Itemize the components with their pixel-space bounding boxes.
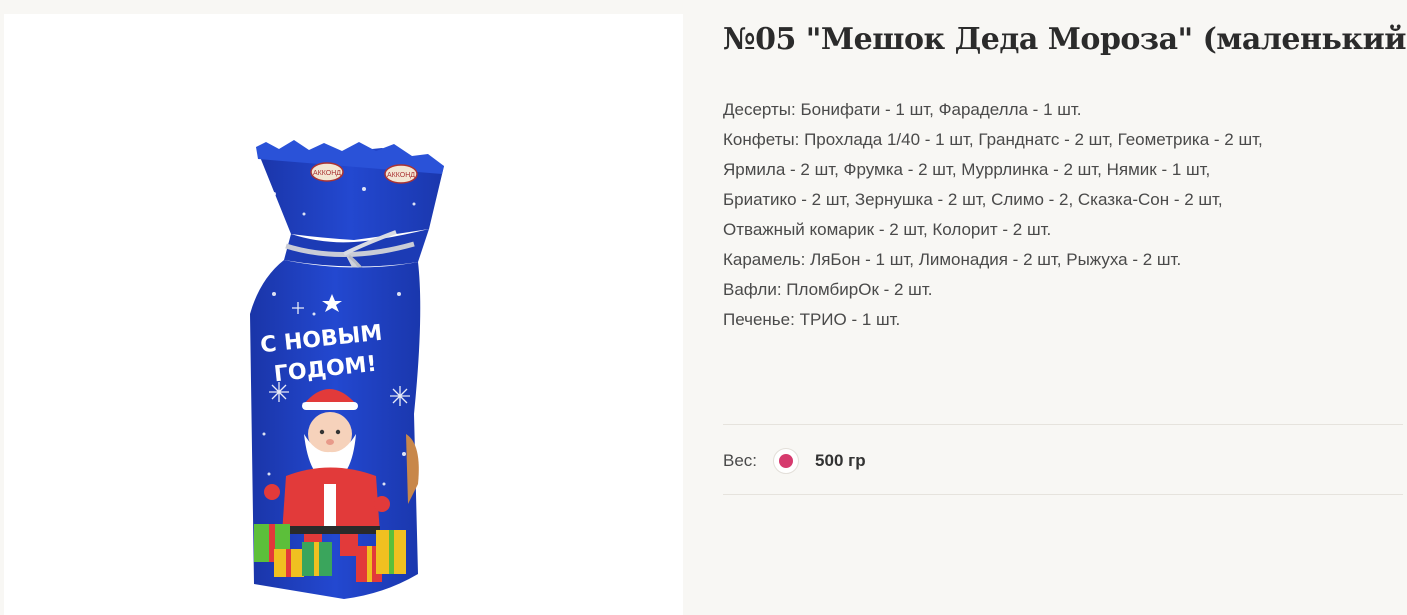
- description-line: Ярмила - 2 шт, Фрумка - 2 шт, Муррлинка …: [723, 160, 1211, 179]
- product-image-panel: АККОНД АККОНД С НОВЫМ ГОДОМ!: [4, 14, 683, 615]
- description-line: Бриатико - 2 шт, Зернушка - 2 шт, Слимо …: [723, 190, 1223, 209]
- product-image[interactable]: АККОНД АККОНД С НОВЫМ ГОДОМ!: [4, 14, 683, 615]
- weight-option-row: Вес: 500 гр: [723, 444, 866, 478]
- description-line: Отважный комарик - 2 шт, Колорит - 2 шт.: [723, 220, 1052, 239]
- bag-brand-right: АККОНД: [387, 172, 415, 179]
- weight-value[interactable]: 500 гр: [815, 451, 866, 471]
- product-description: Десерты: Бонифати - 1 шт, Фараделла - 1 …: [723, 95, 1395, 335]
- divider-bottom: [723, 494, 1403, 495]
- description-line: Десерты: Бонифати - 1 шт, Фараделла - 1 …: [723, 100, 1082, 119]
- bag-brand-left: АККОНД: [313, 170, 341, 177]
- weight-label: Вес:: [723, 451, 758, 470]
- product-info: №05 "Мешок Деда Мороза" (маленький) Десе…: [723, 0, 1407, 615]
- description-line: Карамель: ЛяБон - 1 шт, Лимонадия - 2 шт…: [723, 250, 1182, 269]
- description-line: Конфеты: Прохлада 1/40 - 1 шт, Гранднатс…: [723, 130, 1263, 149]
- weight-radio-button[interactable]: [773, 448, 800, 474]
- description-line: Вафли: ПломбирОк - 2 шт.: [723, 280, 933, 299]
- divider-top: [723, 424, 1403, 425]
- weight-radio-selected-dot: [779, 454, 794, 468]
- product-title: №05 "Мешок Деда Мороза" (маленький): [723, 22, 1407, 57]
- description-line: Печенье: ТРИО - 1 шт.: [723, 310, 901, 329]
